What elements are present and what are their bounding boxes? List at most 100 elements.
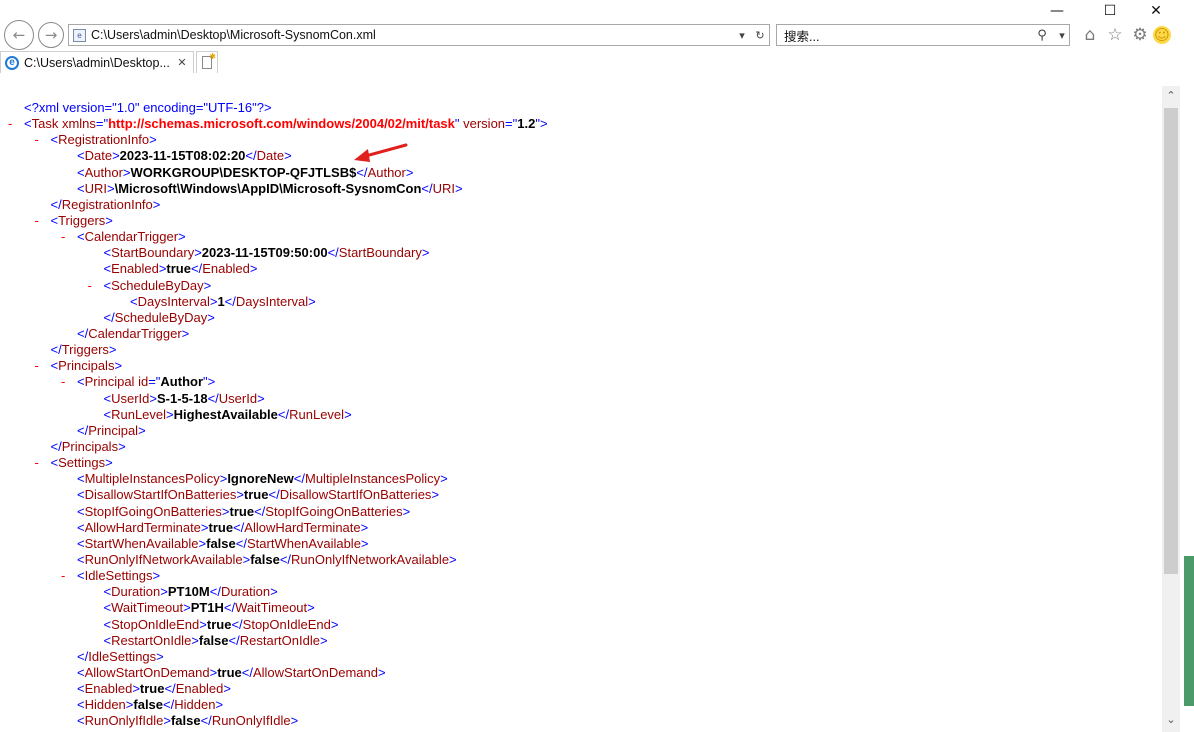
home-icon[interactable]: ⌂	[1080, 24, 1100, 46]
xml-tag-name: Hidden	[84, 697, 126, 713]
xml-value: true	[139, 681, 165, 697]
browser-chrome: — ☐ ✕ ← → e C:\Users\admin\Desktop\Micro…	[0, 0, 1194, 74]
collapse-toggle[interactable]: -	[35, 213, 39, 229]
xml-token: <	[50, 132, 59, 148]
maximize-button[interactable]: ☐	[1087, 0, 1133, 22]
xml-tag-name: DisallowStartIfOnBatteries	[84, 487, 237, 503]
collapse-toggle[interactable]: -	[35, 132, 39, 148]
collapse-toggle[interactable]: -	[61, 229, 65, 245]
xml-token: </	[254, 503, 266, 519]
xml-token: <	[130, 293, 138, 309]
xml-tag-name: StopOnIdleEnd	[242, 616, 331, 632]
xml-token: <	[103, 616, 112, 632]
refresh-icon[interactable]: ↻	[751, 29, 769, 42]
xml-line: </ScheduleByDay>	[0, 310, 1162, 326]
xml-tag-name: Triggers	[58, 212, 106, 228]
scroll-up-icon[interactable]: ⌃	[1162, 86, 1180, 104]
address-url[interactable]: C:\Users\admin\Desktop\Microsoft-SysnomC…	[91, 28, 733, 42]
xml-token: >	[360, 519, 369, 535]
collapse-toggle[interactable]: -	[61, 374, 65, 390]
xml-token: xmlns	[58, 116, 96, 132]
xml-line: </RegistrationInfo>	[0, 197, 1162, 213]
xml-line: - <Settings>	[0, 455, 1162, 471]
xml-tag-name: RestartOnIdle	[111, 632, 192, 648]
collapse-toggle[interactable]: -	[8, 116, 12, 132]
xml-tag-name: Triggers	[61, 342, 109, 358]
back-button[interactable]: ←	[4, 20, 34, 50]
close-window-button[interactable]: ✕	[1133, 0, 1179, 22]
xml-token: <	[77, 374, 85, 390]
xml-token: >	[191, 632, 199, 648]
xml-tag-name: DaysInterval	[235, 293, 309, 309]
xml-token: >	[106, 180, 115, 196]
search-icon[interactable]: ⚲	[1029, 28, 1055, 43]
xml-token: >	[377, 664, 386, 680]
xml-token: >	[198, 535, 207, 551]
xml-token: >	[319, 632, 328, 648]
xml-token: <	[77, 535, 85, 551]
xml-tag-name: Principal	[88, 422, 139, 438]
xml-tag-name: Duration	[220, 584, 271, 600]
xml-token: >	[183, 600, 191, 616]
tab-close-icon[interactable]: ✕	[175, 56, 189, 69]
xml-token: >	[236, 487, 244, 503]
xml-line: <?xml version="1.0" encoding="UTF-16"?>	[0, 100, 1162, 116]
xml-token: <	[103, 261, 112, 277]
xml-token: >	[402, 503, 411, 519]
forward-button[interactable]: →	[38, 22, 64, 48]
back-arrow-icon: ←	[12, 26, 26, 44]
xml-token: ="	[505, 116, 518, 132]
collapse-toggle[interactable]: -	[61, 568, 65, 584]
search-input[interactable]: 搜索...	[777, 26, 1029, 45]
xml-token: >	[215, 697, 224, 713]
xml-tag-name: CalendarTrigger	[84, 229, 179, 245]
xml-token: >	[112, 148, 120, 164]
collapse-toggle[interactable]: -	[35, 358, 39, 374]
xml-tag-name: UserId	[218, 390, 258, 406]
search-box[interactable]: 搜索... ⚲ ▾	[776, 24, 1070, 46]
address-bar[interactable]: e C:\Users\admin\Desktop\Microsoft-Sysno…	[68, 24, 770, 46]
xml-tag-name: ScheduleByDay	[111, 277, 204, 293]
minimize-button[interactable]: —	[1034, 0, 1080, 22]
new-tab-button[interactable]: ✱	[196, 51, 218, 73]
vertical-scrollbar[interactable]: ⌃ ⌄	[1162, 86, 1180, 732]
xml-token: </	[279, 551, 292, 567]
xml-token: >	[344, 406, 352, 422]
xml-token: </	[356, 164, 368, 180]
xml-token: >	[149, 390, 157, 406]
xml-tag-name: Principals	[61, 438, 119, 454]
scroll-thumb[interactable]	[1164, 108, 1178, 574]
xml-tag-name: Enabled	[84, 681, 133, 697]
xml-token: <?xml version="1.0" encoding="UTF-16"?>	[24, 100, 272, 115]
xml-token: </	[231, 616, 243, 632]
xml-tag-name: UserId	[111, 390, 150, 406]
xml-token: </	[268, 487, 280, 503]
collapse-toggle[interactable]: -	[35, 455, 39, 471]
tab-active[interactable]: e C:\Users\admin\Desktop... ✕	[0, 51, 194, 73]
xml-token: >	[149, 132, 157, 148]
xml-token: <	[103, 584, 112, 600]
xml-value: PT10M	[167, 584, 210, 600]
smiley-feedback-icon[interactable]: ☺	[1153, 26, 1171, 44]
scroll-down-icon[interactable]: ⌄	[1162, 710, 1180, 728]
favorites-star-icon[interactable]: ☆	[1105, 24, 1125, 46]
ie-logo-icon: e	[5, 55, 19, 70]
xml-token: >	[431, 487, 440, 503]
xml-token: >	[257, 390, 265, 406]
xml-tag-name: CalendarTrigger	[88, 325, 182, 341]
xml-token: <	[77, 148, 85, 164]
search-dropdown-icon[interactable]: ▾	[1055, 29, 1069, 42]
xml-token: <	[77, 568, 85, 584]
xml-value: false	[206, 535, 236, 551]
collapse-toggle[interactable]: -	[88, 278, 92, 294]
xml-token: </	[50, 438, 62, 454]
xml-tag-name: RunOnlyIfNetworkAvailable	[84, 551, 243, 567]
xml-token: <	[77, 713, 85, 729]
xml-line: <MultipleInstancesPolicy>IgnoreNew</Mult…	[0, 471, 1162, 487]
address-dropdown-icon[interactable]: ▾	[733, 29, 751, 42]
xml-line: - <RegistrationInfo>	[0, 132, 1162, 148]
xml-tag-name: DaysInterval	[137, 293, 210, 309]
xml-tag-name: Settings	[58, 455, 106, 471]
xml-value: 2023-11-15T08:02:20	[119, 148, 246, 164]
gear-icon[interactable]: ⚙	[1130, 24, 1150, 46]
